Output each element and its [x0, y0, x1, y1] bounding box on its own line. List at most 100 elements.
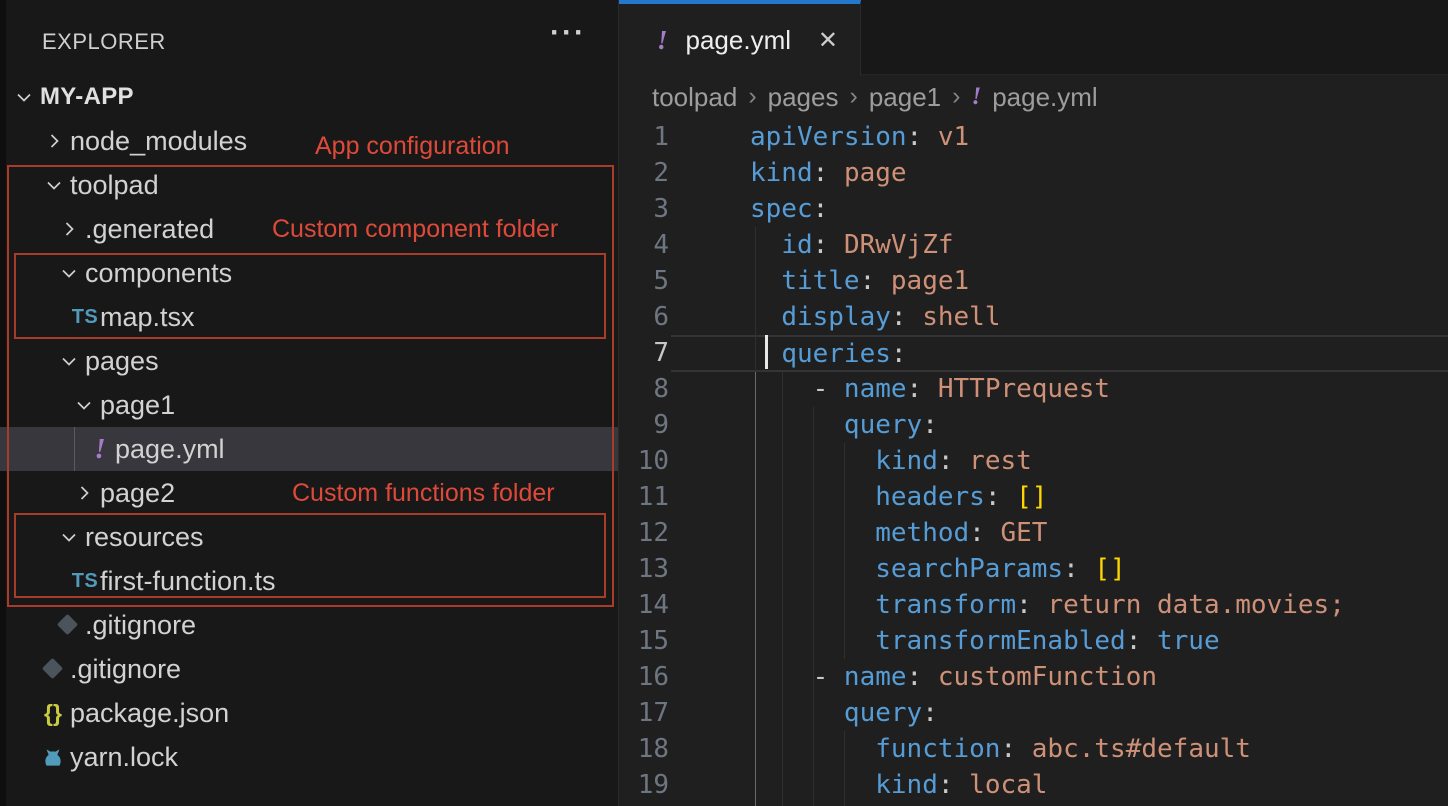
tree-item-label: page.yml	[115, 427, 225, 471]
chevron-right-icon: ›	[748, 82, 756, 111]
code-line[interactable]: function: abc.ts#default	[750, 731, 1448, 767]
tree-item-label: page2	[100, 471, 175, 515]
vscode-window: { "colors": { "sidebar_bg": "#181818", "…	[0, 0, 1448, 806]
tree-item-map-tsx[interactable]: TSmap.tsx	[0, 295, 618, 339]
editor-area: ! page.yml ✕ toolpad › pages › page1 › !…	[619, 0, 1448, 806]
line-number: 11	[619, 479, 669, 515]
annotation-app-configuration: App configuration	[315, 132, 510, 161]
code-line[interactable]: - name: customFunction	[750, 659, 1448, 695]
tree-item-label: yarn.lock	[70, 735, 178, 779]
code-line[interactable]: transform: return data.movies;	[750, 587, 1448, 623]
tree-item-label: .gitignore	[70, 647, 181, 691]
git-icon	[53, 603, 83, 647]
yarn-icon	[38, 735, 68, 779]
json-icon: {}	[38, 691, 68, 735]
ts-icon: TS	[70, 295, 100, 339]
close-icon[interactable]: ✕	[818, 26, 838, 55]
chevron-right-icon: ›	[849, 82, 857, 111]
tree-item-label: first-function.ts	[100, 559, 276, 603]
tree-item-node-modules[interactable]: node_modules	[0, 119, 618, 163]
code-line[interactable]: title: page1	[750, 263, 1448, 299]
line-number: 5	[619, 263, 669, 299]
tree-item-page1[interactable]: page1	[0, 383, 618, 427]
line-number: 8	[619, 371, 669, 407]
line-number: 13	[619, 551, 669, 587]
tab-label: page.yml	[686, 25, 792, 56]
tree-item-label: toolpad	[70, 163, 159, 207]
breadcrumb-pages[interactable]: pages	[768, 82, 839, 113]
code-line[interactable]: apiVersion: v1	[750, 119, 1448, 155]
tree-item-my-app[interactable]: MY-APP	[0, 75, 618, 119]
tree-item-label: node_modules	[70, 119, 247, 163]
code-line[interactable]: method: GET	[750, 515, 1448, 551]
code-line[interactable]: headers: []	[750, 479, 1448, 515]
code-line[interactable]: display: shell	[750, 299, 1448, 335]
chevron-down-icon	[72, 393, 96, 417]
tree-item--gitignore[interactable]: .gitignore	[0, 647, 618, 691]
tree-item-label: .gitignore	[85, 603, 196, 647]
annotation-custom-functions-folder: Custom functions folder	[292, 479, 555, 508]
code-line[interactable]: spec:	[750, 191, 1448, 227]
line-number: 3	[619, 191, 669, 227]
tree-item-label: map.tsx	[100, 295, 195, 339]
tree-item-label: resources	[85, 515, 204, 559]
annotation-custom-component-folder: Custom component folder	[272, 215, 558, 244]
tree-item-label: pages	[85, 339, 159, 383]
tree-item-toolpad[interactable]: toolpad	[0, 163, 618, 207]
tree-item-resources[interactable]: resources	[0, 515, 618, 559]
git-icon	[38, 647, 68, 691]
chevron-down-icon	[57, 525, 81, 549]
tree-item-label: page1	[100, 383, 175, 427]
yaml-warning-icon: !	[85, 427, 115, 471]
tree-item-first-function-ts[interactable]: TSfirst-function.ts	[0, 559, 618, 603]
breadcrumb-page1[interactable]: page1	[869, 82, 941, 113]
tree-item-label: components	[85, 251, 232, 295]
code-line[interactable]: kind: local	[750, 767, 1448, 803]
chevron-down-icon	[12, 85, 36, 109]
line-number: 2	[619, 155, 669, 191]
tree-item-components[interactable]: components	[0, 251, 618, 295]
code-line[interactable]: query:	[750, 695, 1448, 731]
line-number: 6	[619, 299, 669, 335]
line-number: 17	[619, 695, 669, 731]
code-line[interactable]: transformEnabled: true	[750, 623, 1448, 659]
chevron-right-icon	[72, 481, 96, 505]
line-number: 7	[619, 335, 669, 371]
breadcrumb-toolpad[interactable]: toolpad	[652, 82, 737, 113]
code-editor[interactable]: 12345678910111213141516171819 apiVersion…	[619, 119, 1448, 806]
code-line[interactable]: searchParams: []	[750, 551, 1448, 587]
explorer-title: EXPLORER	[42, 29, 166, 55]
tree-item-package-json[interactable]: {}package.json	[0, 691, 618, 735]
line-number: 1	[619, 119, 669, 155]
code-line[interactable]: id: DRwVjZf	[750, 227, 1448, 263]
tree-item-label: package.json	[70, 691, 229, 735]
line-number: 14	[619, 587, 669, 623]
line-number: 10	[619, 443, 669, 479]
chevron-down-icon	[57, 261, 81, 285]
code-line[interactable]: queries:	[750, 335, 1448, 371]
code-lines: apiVersion: v1kind: pagespec: id: DRwVjZ…	[750, 119, 1448, 803]
tree-item-pages[interactable]: pages	[0, 339, 618, 383]
breadcrumb: toolpad › pages › page1 › ! page.yml	[619, 75, 1448, 119]
line-number: 12	[619, 515, 669, 551]
code-line[interactable]: kind: page	[750, 155, 1448, 191]
line-number: 18	[619, 731, 669, 767]
tree-indent-guide	[74, 427, 75, 471]
line-number-gutter: 12345678910111213141516171819	[619, 119, 669, 803]
tab-page-yml[interactable]: ! page.yml ✕	[619, 0, 861, 76]
line-number: 15	[619, 623, 669, 659]
tree-item--gitignore[interactable]: .gitignore	[0, 603, 618, 647]
ts-icon: TS	[70, 559, 100, 603]
line-number: 16	[619, 659, 669, 695]
breadcrumb-page-yml[interactable]: page.yml	[992, 82, 1098, 113]
tree-item-page-yml[interactable]: !page.yml	[0, 427, 618, 471]
code-line[interactable]: kind: rest	[750, 443, 1448, 479]
code-line[interactable]: - name: HTTPrequest	[750, 371, 1448, 407]
yaml-warning-icon: !	[657, 25, 668, 56]
explorer-more-actions-button[interactable]: ···	[550, 16, 586, 50]
tree-item-yarn-lock[interactable]: yarn.lock	[0, 735, 618, 779]
tree-item-label: MY-APP	[40, 75, 134, 119]
code-line[interactable]: query:	[750, 407, 1448, 443]
tree-item-label: .generated	[85, 207, 214, 251]
chevron-right-icon	[42, 129, 66, 153]
